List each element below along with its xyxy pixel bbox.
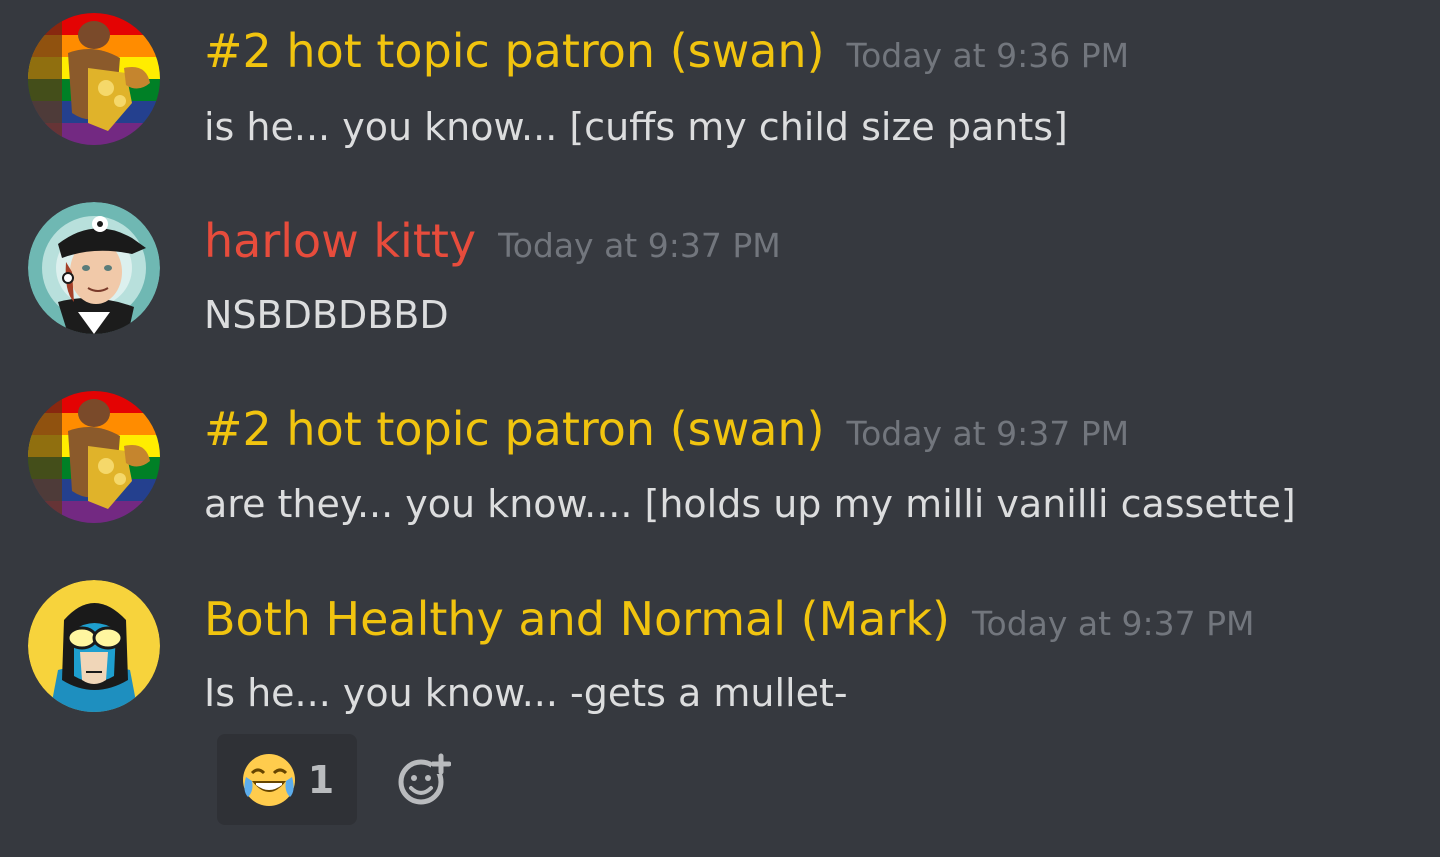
message-header: #2 hot topic patron (swan) Today at 9:36 … (204, 28, 1129, 74)
reactions-bar: 1 (217, 734, 451, 825)
message-content: Is he... you know... -gets a mullet- (204, 671, 848, 715)
username[interactable]: harlow kitty (204, 214, 476, 268)
avatar[interactable] (28, 580, 160, 712)
reaction-count: 1 (307, 757, 335, 802)
avatar[interactable] (28, 13, 160, 145)
username[interactable]: #2 hot topic patron (swan) (204, 402, 825, 456)
joy-emoji-icon (242, 753, 295, 806)
rainbow-flag-avatar-icon (28, 391, 160, 523)
goggles-avatar-icon (28, 580, 160, 712)
add-reaction-icon[interactable] (395, 752, 451, 808)
timestamp: Today at 9:37 PM (498, 226, 781, 265)
username[interactable]: Both Healthy and Normal (Mark) (204, 592, 950, 646)
rainbow-flag-avatar-icon (28, 13, 160, 145)
username[interactable]: #2 hot topic patron (swan) (204, 24, 825, 78)
avatar[interactable] (28, 202, 160, 334)
avatar[interactable] (28, 391, 160, 523)
reaction-joy[interactable]: 1 (217, 734, 357, 825)
timestamp: Today at 9:37 PM (846, 414, 1130, 453)
message-header: harlow kitty Today at 9:37 PM (204, 218, 781, 264)
message-header: Both Healthy and Normal (Mark) Today at 9… (204, 596, 1255, 642)
message-content: NSBDBDBBD (204, 293, 449, 337)
timestamp: Today at 9:36 PM (846, 36, 1130, 75)
message-content: is he... you know... [cuffs my child siz… (204, 105, 1068, 149)
cap-avatar-icon (28, 202, 160, 334)
message-content: are they... you know.... [holds up my mi… (204, 482, 1296, 526)
timestamp: Today at 9:37 PM (971, 604, 1255, 643)
message-header: #2 hot topic patron (swan) Today at 9:37 … (204, 406, 1129, 452)
